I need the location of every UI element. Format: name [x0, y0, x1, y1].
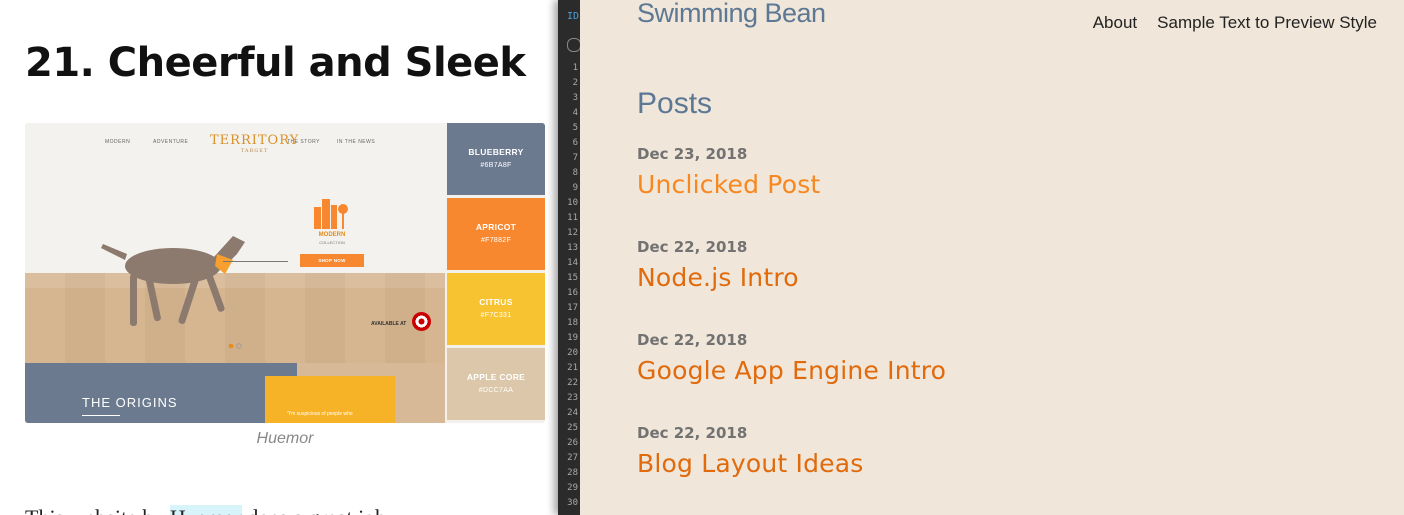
line-number: 2 — [572, 78, 578, 88]
line-number: 1 — [572, 63, 578, 73]
line-number: 8 — [572, 168, 578, 178]
origins-heading: THE ORIGINS — [82, 395, 178, 410]
image-caption: Huemor — [256, 430, 314, 447]
post-date: Dec 22, 2018 — [637, 238, 748, 256]
modern-label: MODERN — [318, 232, 346, 238]
line-number: 29 — [567, 483, 578, 493]
line-number: 10 — [567, 198, 578, 208]
line-number: 14 — [567, 258, 578, 268]
line-number: 15 — [567, 273, 578, 283]
post-title-link[interactable]: Blog Layout Ideas — [637, 449, 864, 478]
line-number: 19 — [567, 333, 578, 343]
post-title-link[interactable]: Node.js Intro — [637, 263, 799, 292]
post-title-link[interactable]: Google App Engine Intro — [637, 356, 946, 385]
origins-underline — [82, 415, 120, 416]
line-number: 12 — [567, 228, 578, 238]
line-number: 21 — [567, 363, 578, 373]
post-item: Dec 22, 2018 Google App Engine Intro — [637, 331, 946, 385]
post-title-link[interactable]: Unclicked Post — [637, 170, 820, 199]
line-number: 24 — [567, 408, 578, 418]
territory-logo-sub: TARGET — [240, 148, 269, 154]
quote-text: "I'm suspicious of people who — [287, 411, 353, 417]
hero-nav-adventure: ADVENTURE — [153, 139, 189, 145]
editor-circle-button-icon[interactable] — [567, 38, 581, 52]
line-number: 3 — [572, 93, 578, 103]
target-logo-icon — [412, 312, 431, 331]
line-number: 26 — [567, 438, 578, 448]
blog-preview: Swimming Bean About Sample Text to Previ… — [580, 0, 1404, 515]
swatch-hex: #F7C331 — [480, 312, 512, 319]
shop-now-button: SHOP NOW — [300, 254, 364, 267]
posts-heading: Posts — [637, 87, 713, 120]
editor-tab[interactable]: ID — [567, 11, 579, 22]
line-number: 17 — [567, 303, 578, 313]
line-number: 22 — [567, 378, 578, 388]
article-body-text: This website by Huemor does a great job — [25, 505, 386, 515]
line-number: 13 — [567, 243, 578, 253]
swatch-name: APRICOT — [475, 222, 517, 232]
top-nav: About Sample Text to Preview Style — [1093, 13, 1377, 33]
nav-sample-text[interactable]: Sample Text to Preview Style — [1157, 13, 1377, 33]
nav-about[interactable]: About — [1093, 13, 1137, 33]
line-number: 4 — [572, 108, 578, 118]
line-number: 25 — [567, 423, 578, 433]
collection-label: COLLECTION — [319, 240, 345, 245]
swatch-hex: #F7882F — [480, 237, 512, 244]
swatch-name: CITRUS — [479, 297, 513, 307]
line-number: 5 — [572, 123, 578, 133]
city-icon — [314, 199, 348, 229]
post-item: Dec 22, 2018 Blog Layout Ideas — [637, 424, 864, 478]
post-date: Dec 22, 2018 — [637, 331, 748, 349]
code-editor-gutter: ID 1 2 3 4 5 6 7 8 9 10 11 12 13 14 15 16 17 18 19 20 21 22 23… — [558, 0, 581, 515]
modern-collection-label: MODERN COLLECTION — [307, 232, 357, 245]
line-number: 23 — [567, 393, 578, 403]
available-at-label: AVAILABLE AT — [371, 321, 407, 327]
line-number: 6 — [572, 138, 578, 148]
line-number: 11 — [567, 213, 578, 223]
color-swatch: APRICOT #F7882F — [447, 198, 545, 270]
line-number: 28 — [567, 468, 578, 478]
territory-logo-text: TERRITORY — [210, 133, 300, 148]
color-swatch: BLUEBERRY #6B7A8F — [447, 123, 545, 195]
hero-nav-modern: MODERN — [105, 139, 131, 145]
line-number: 20 — [567, 348, 578, 358]
carousel-dots — [228, 343, 242, 349]
swatch-name: APPLE CORE — [466, 372, 526, 382]
territory-logo: TERRITORY TARGET — [210, 133, 299, 154]
pointer-line — [223, 261, 288, 262]
post-item: Dec 23, 2018 Unclicked Post — [637, 145, 820, 199]
post-item: Dec 22, 2018 Node.js Intro — [637, 238, 799, 292]
body-end: does a great job — [242, 505, 386, 515]
swatch-hex: #DCC7AA — [478, 387, 514, 394]
huemor-screenshot: MODERN ADVENTURE THE STORY IN THE NEWS T… — [25, 123, 545, 423]
post-date: Dec 22, 2018 — [637, 424, 748, 442]
color-swatch: APPLE CORE #DCC7AA — [447, 348, 545, 420]
line-number: 9 — [572, 183, 578, 193]
dog-illustration — [101, 236, 245, 326]
site-title[interactable]: Swimming Bean — [637, 0, 826, 29]
hero-nav-news: IN THE NEWS — [337, 139, 376, 145]
line-number: 27 — [567, 453, 578, 463]
swatch-name: BLUEBERRY — [468, 147, 524, 157]
color-swatch: CITRUS #F7C331 — [447, 273, 545, 345]
post-date: Dec 23, 2018 — [637, 145, 748, 163]
line-number: 7 — [572, 153, 578, 163]
article-heading: 21. Cheerful and Sleek — [25, 40, 526, 86]
swatch-hex: #6B7A8F — [480, 162, 512, 169]
line-number: 16 — [567, 288, 578, 298]
body-start: This website by — [25, 505, 170, 515]
huemor-link[interactable]: Huemor — [169, 505, 242, 515]
line-number: 30 — [567, 498, 578, 508]
origins-panel: THE ORIGINS — [25, 363, 297, 423]
article-pane: 21. Cheerful and Sleek MODERN ADVENTURE … — [0, 0, 560, 515]
line-number: 18 — [567, 318, 578, 328]
